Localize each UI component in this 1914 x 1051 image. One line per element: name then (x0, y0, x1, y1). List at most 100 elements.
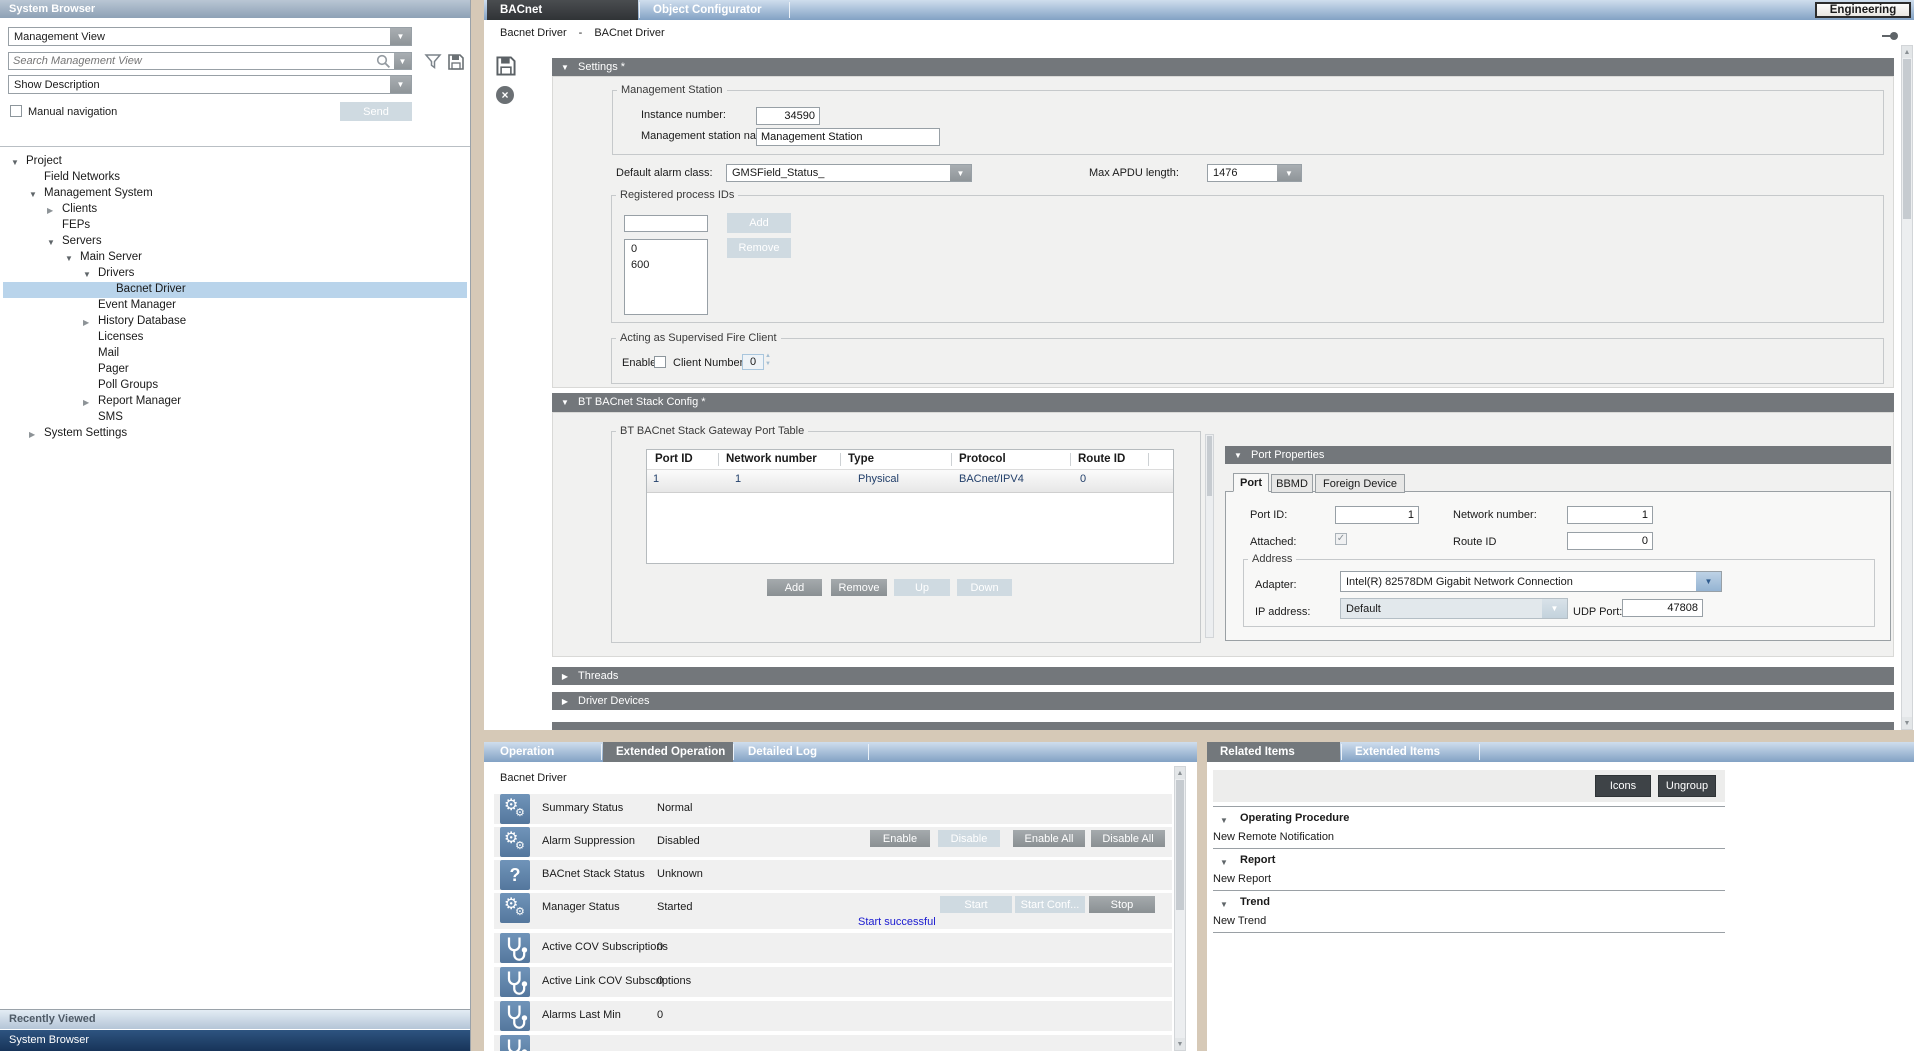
default-alarm-class-combo[interactable]: GMSField_Status_ ▼ (726, 164, 972, 182)
expander-icon[interactable]: ▼ (83, 270, 91, 279)
tree-item-field-networks[interactable]: Field Networks (3, 170, 467, 186)
description-selector-dropdown-button[interactable]: ▼ (390, 76, 411, 93)
tab-port[interactable]: Port (1233, 473, 1269, 492)
breadcrumb-primary[interactable]: Bacnet Driver (500, 27, 567, 39)
tree-item-event-manager[interactable]: Event Manager (3, 298, 467, 314)
udp-port-field[interactable] (1622, 599, 1703, 617)
tree-item-project[interactable]: ▼ Project (3, 154, 467, 170)
tree-item-drivers[interactable]: ▼ Drivers (3, 266, 467, 282)
tree-item-main-server[interactable]: ▼ Main Server (3, 250, 467, 266)
search-dropdown-button[interactable]: ▼ (394, 53, 411, 69)
tab-bbmd[interactable]: BBMD (1271, 474, 1313, 493)
chevron-down-button[interactable]: ▼ (1277, 165, 1301, 181)
expander-icon[interactable]: ▼ (29, 190, 37, 199)
threads-section-header[interactable]: ▶Threads (552, 667, 1894, 685)
related-item-link[interactable]: New Report (1213, 873, 1271, 885)
instance-number-field[interactable] (756, 107, 820, 125)
tree-item-system-settings[interactable]: ▶ System Settings (3, 426, 467, 442)
section-collapse-icon[interactable]: ▼ (1220, 816, 1228, 825)
pp-route-id-field[interactable] (1567, 532, 1653, 550)
process-id-remove-button[interactable]: Remove (727, 238, 791, 258)
breadcrumb-secondary[interactable]: BACnet Driver (594, 27, 664, 39)
enable-all-button[interactable]: Enable All (1013, 830, 1085, 847)
port-properties-header[interactable]: ▼Port Properties (1225, 446, 1891, 464)
scrollbar[interactable] (1205, 434, 1214, 638)
related-item-link[interactable]: New Remote Notification (1213, 831, 1334, 843)
chevron-down-button[interactable]: ▼ (950, 165, 971, 181)
scrollbar-thumb[interactable] (1176, 780, 1184, 910)
engineering-mode-button[interactable]: Engineering (1815, 2, 1911, 18)
station-name-field[interactable] (756, 128, 940, 146)
tree-item-poll-groups[interactable]: Poll Groups (3, 378, 467, 394)
tab-related-items[interactable]: Related Items (1207, 742, 1340, 762)
driver-devices-section-header[interactable]: ▶Driver Devices (552, 692, 1894, 710)
expander-icon[interactable]: ▶ (83, 398, 89, 407)
tab-detailed-log[interactable]: Detailed Log (735, 742, 866, 762)
disable-button[interactable]: Disable (938, 830, 1000, 847)
table-row[interactable]: 1 1 Physical BACnet/IPV4 0 (647, 469, 1173, 493)
port-add-button[interactable]: Add (767, 579, 822, 596)
expander-icon[interactable]: ▼ (11, 158, 19, 167)
max-apdu-combo[interactable]: 1476 ▼ (1207, 164, 1302, 182)
settings-section-header[interactable]: ▼Settings * (552, 58, 1894, 76)
port-up-button[interactable]: Up (894, 579, 950, 596)
tree-item-pager[interactable]: Pager (3, 362, 467, 378)
ungroup-button[interactable]: Ungroup (1658, 775, 1716, 797)
op-row-stack-status[interactable]: ? BACnet Stack Status Unknown (494, 860, 1172, 890)
op-row-active-link-cov[interactable]: Active Link COV Subscriptions 0 (494, 967, 1172, 997)
scroll-down-icon[interactable]: ▼ (1175, 1038, 1185, 1050)
expander-icon[interactable]: ▼ (65, 254, 73, 263)
tree-item-clients[interactable]: ▶ Clients (3, 202, 467, 218)
related-item-link[interactable]: New Trend (1213, 915, 1266, 927)
manual-navigation-checkbox[interactable] (10, 105, 22, 117)
stop-button[interactable]: Stop (1089, 896, 1155, 913)
tree-item-sms[interactable]: SMS (3, 410, 467, 426)
expander-icon[interactable]: ▶ (47, 206, 53, 215)
pp-attached-checkbox[interactable]: ✓ (1335, 533, 1347, 545)
ip-address-combo[interactable]: Default ▼ (1340, 598, 1568, 619)
scrollbar[interactable]: ▲ ▼ (1174, 766, 1186, 1051)
op-row-clipped[interactable] (494, 1035, 1172, 1051)
pin-icon[interactable] (1882, 32, 1898, 40)
process-id-add-button[interactable]: Add (727, 213, 791, 233)
fire-client-enable-checkbox[interactable] (654, 356, 666, 368)
process-id-input[interactable] (624, 215, 708, 232)
tree-item-history-database[interactable]: ▶ History Database (3, 314, 467, 330)
search-input[interactable] (8, 52, 412, 70)
expander-icon[interactable]: ▶ (29, 430, 35, 439)
tab-operation[interactable]: Operation (487, 742, 600, 762)
op-row-alarm-suppression[interactable]: ⚙⚙ Alarm Suppression Disabled Enable Dis… (494, 827, 1172, 857)
port-down-button[interactable]: Down (957, 579, 1012, 596)
list-item[interactable]: 0 (625, 240, 707, 255)
view-selector-dropdown-button[interactable]: ▼ (390, 28, 411, 45)
pp-network-number-field[interactable] (1567, 506, 1653, 524)
close-icon[interactable]: × (496, 86, 514, 104)
view-selector[interactable]: Management View ▼ (8, 27, 412, 46)
scrollbar-thumb[interactable] (1903, 59, 1911, 219)
expander-icon[interactable]: ▼ (47, 238, 55, 247)
tab-foreign-device[interactable]: Foreign Device (1315, 474, 1405, 493)
enable-button[interactable]: Enable (870, 830, 930, 847)
scrollbar-thumb[interactable] (1207, 436, 1212, 496)
process-id-listbox[interactable]: 0 600 (624, 239, 708, 315)
save-icon[interactable] (495, 55, 517, 77)
tree-item-report-manager[interactable]: ▶ Report Manager (3, 394, 467, 410)
tree-item-mail[interactable]: Mail (3, 346, 467, 362)
tree-item-servers[interactable]: ▼ Servers (3, 234, 467, 250)
save-icon[interactable] (447, 53, 465, 71)
op-row-summary-status[interactable]: ⚙⚙ Summary Status Normal (494, 794, 1172, 824)
tab-object-configurator[interactable]: Object Configurator (640, 0, 788, 20)
spinner-up-icon[interactable]: ▲ (765, 353, 771, 359)
stack-config-section-header[interactable]: ▼BT BACnet Stack Config * (552, 393, 1894, 412)
spinner-down-icon[interactable]: ▼ (765, 361, 771, 367)
tab-extended-operation[interactable]: Extended Operation (603, 742, 733, 762)
pp-port-id-field[interactable] (1335, 506, 1419, 524)
op-row-manager-status[interactable]: ⚙⚙ Manager Status Started Start Start Co… (494, 893, 1172, 929)
scroll-up-icon[interactable]: ▲ (1175, 767, 1185, 779)
gateway-port-table[interactable]: Port ID Network number Type Protocol Rou… (646, 449, 1174, 564)
expander-icon[interactable]: ▶ (83, 318, 89, 327)
port-remove-button[interactable]: Remove (831, 579, 887, 596)
adapter-combo[interactable]: Intel(R) 82578DM Gigabit Network Connect… (1340, 571, 1722, 592)
client-number-stepper[interactable]: 0 (742, 354, 764, 370)
recently-viewed-bar[interactable]: Recently Viewed (0, 1009, 471, 1029)
